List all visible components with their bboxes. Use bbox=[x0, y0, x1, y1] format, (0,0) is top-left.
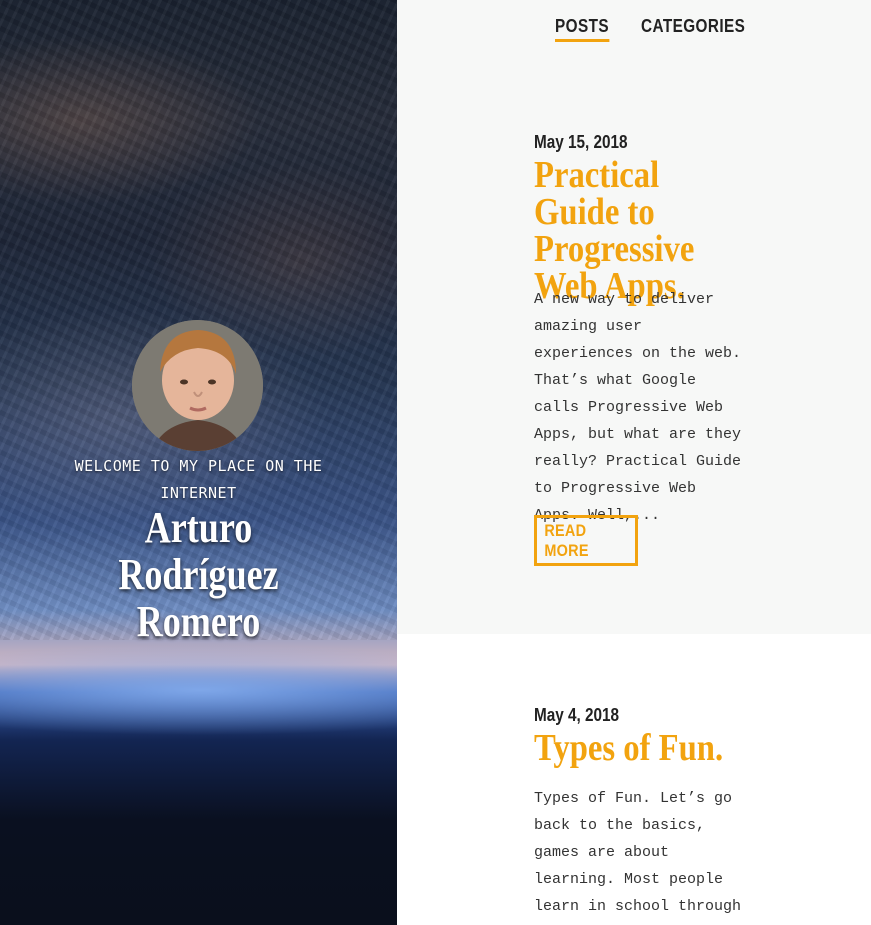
post-excerpt: A new way to deliver amazing user experi… bbox=[534, 291, 742, 524]
avatar bbox=[132, 320, 263, 451]
post-card: May 4, 2018 Types of Fun. Types of Fun. … bbox=[397, 634, 871, 925]
post-date: May 4, 2018 bbox=[534, 705, 620, 725]
post-card: May 15, 2018 Practical Guide to Progress… bbox=[397, 0, 871, 634]
avatar-portrait-icon bbox=[132, 320, 263, 451]
post-title[interactable]: Types of Fun. bbox=[534, 729, 749, 767]
tab-categories[interactable]: CATEGORIES bbox=[641, 16, 745, 37]
author-name: Arturo Rodríguez Romero bbox=[118, 503, 279, 646]
post-title[interactable]: Practical Guide to Progressive Web Apps. bbox=[534, 156, 749, 305]
welcome-text: WELCOME TO MY PLACE ON THE INTERNET bbox=[74, 457, 323, 502]
main-nav: POSTS CATEGORIES bbox=[397, 0, 871, 60]
read-more-button[interactable]: READ MORE bbox=[534, 515, 638, 566]
post-date: May 15, 2018 bbox=[534, 132, 628, 152]
post-excerpt: Types of Fun. Let’s go back to the basic… bbox=[534, 790, 742, 915]
read-more-label: READ MORE bbox=[544, 520, 589, 560]
tab-posts[interactable]: POSTS bbox=[555, 16, 609, 42]
hero-panel: WELCOME TO MY PLACE ON THE INTERNET Artu… bbox=[0, 0, 397, 925]
